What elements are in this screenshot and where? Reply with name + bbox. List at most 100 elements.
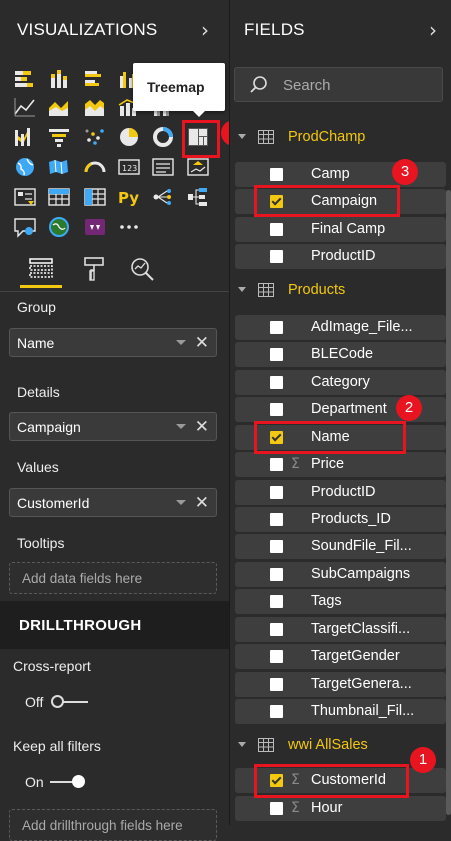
field-name: Final Camp [311, 221, 386, 237]
line-chart-icon[interactable] [13, 96, 37, 118]
campaign-highlight-box [254, 185, 400, 217]
field-row[interactable]: SoundFile_Fil... [235, 534, 446, 559]
kpi-icon[interactable] [186, 156, 210, 178]
field-checkbox[interactable] [270, 458, 283, 471]
drillthrough-section: Cross-report Off Keep all filters On Add… [0, 649, 229, 841]
stacked-area-icon[interactable] [83, 96, 107, 118]
group-remove-icon[interactable]: ✕ [195, 333, 209, 353]
field-checkbox[interactable] [270, 403, 283, 416]
python-visual-icon[interactable]: Py [117, 186, 141, 208]
collapse-triangle-icon[interactable] [238, 287, 246, 292]
field-row[interactable]: ProductID [235, 480, 446, 505]
drillthrough-drop-zone[interactable]: Add drillthrough fields here [9, 809, 217, 841]
field-row[interactable]: SubCampaigns [235, 562, 446, 587]
field-checkbox[interactable] [270, 568, 283, 581]
field-row[interactable]: Σ Hour [235, 796, 446, 821]
svg-text:123: 123 [122, 164, 137, 173]
collapse-fields-icon[interactable]: › [429, 18, 437, 42]
field-row[interactable]: AdImage_File... [235, 315, 446, 340]
area-chart-icon[interactable] [47, 96, 71, 118]
field-name: TargetGenera... [311, 676, 412, 692]
field-row[interactable]: BLECode [235, 342, 446, 367]
field-row[interactable]: TargetGenera... [235, 672, 446, 697]
gauge-icon[interactable] [83, 156, 107, 178]
sum-sigma-icon: Σ [291, 456, 300, 472]
field-row[interactable]: TargetGender [235, 644, 446, 669]
field-checkbox[interactable] [270, 623, 283, 636]
visualizations-pane: VISUALIZATIONS › 123Py Treemap 4 [0, 0, 247, 841]
field-row[interactable]: TargetClassifi... [235, 617, 446, 642]
analytics-magnifier-icon[interactable] [128, 255, 156, 283]
values-dropdown-icon[interactable] [176, 500, 186, 505]
values-remove-icon[interactable]: ✕ [195, 493, 209, 513]
fields-tab-icon[interactable] [27, 255, 55, 283]
group-dropdown-icon[interactable] [176, 340, 186, 345]
field-name: Camp [311, 166, 350, 182]
arcgis-map-icon[interactable] [47, 216, 71, 238]
field-checkbox[interactable] [270, 223, 283, 236]
table-header[interactable]: Products [230, 276, 445, 304]
powerapps-icon[interactable] [83, 216, 107, 238]
field-checkbox[interactable] [270, 650, 283, 663]
field-row[interactable]: Products_ID [235, 507, 446, 532]
details-field-well[interactable]: Campaign ✕ [9, 412, 217, 441]
collapse-visualizations-icon[interactable]: › [201, 18, 209, 42]
field-row[interactable]: Category [235, 370, 446, 395]
step-badge-1: 1 [410, 747, 436, 773]
clustered-bar-icon[interactable] [83, 68, 107, 90]
field-checkbox[interactable] [270, 321, 283, 334]
details-remove-icon[interactable]: ✕ [195, 417, 209, 437]
collapse-triangle-icon[interactable] [238, 134, 246, 139]
slicer-icon[interactable] [13, 186, 37, 208]
pie-chart-icon[interactable] [117, 126, 141, 148]
field-checkbox[interactable] [270, 595, 283, 608]
field-name: Products_ID [311, 511, 391, 527]
qna-icon[interactable] [13, 216, 37, 238]
values-field-well[interactable]: CustomerId ✕ [9, 488, 217, 517]
details-dropdown-icon[interactable] [176, 424, 186, 429]
map-icon[interactable] [13, 156, 37, 178]
tooltips-drop-zone[interactable]: Add data fields here [9, 562, 217, 594]
scatter-icon[interactable] [83, 126, 107, 148]
group-field-well[interactable]: Name ✕ [9, 328, 217, 357]
keep-filters-state: On [25, 774, 44, 790]
search-input[interactable]: Search [234, 67, 443, 102]
matrix-icon[interactable] [83, 186, 107, 208]
field-row[interactable]: ProductID [235, 244, 446, 269]
field-row[interactable]: Thumbnail_Fil... [235, 699, 446, 724]
donut-chart-icon[interactable] [151, 126, 175, 148]
drillthrough-placeholder: Add drillthrough fields here [22, 818, 183, 833]
key-influencers-icon[interactable] [151, 186, 175, 208]
table-icon [258, 737, 274, 756]
card-icon[interactable]: 123 [117, 156, 141, 178]
decomposition-tree-icon[interactable] [186, 186, 210, 208]
stacked-column-icon[interactable] [47, 68, 71, 90]
field-checkbox[interactable] [270, 348, 283, 361]
field-checkbox[interactable] [270, 540, 283, 553]
more-visuals-icon[interactable] [117, 216, 141, 238]
values-field-value: CustomerId [17, 495, 90, 511]
field-checkbox[interactable] [270, 802, 283, 815]
field-row[interactable]: Σ Price [235, 452, 446, 477]
field-checkbox[interactable] [270, 168, 283, 181]
field-checkbox[interactable] [270, 486, 283, 499]
tooltip-text: Treemap [147, 79, 205, 95]
table-icon[interactable] [47, 186, 71, 208]
field-checkbox[interactable] [270, 705, 283, 718]
ribbon-chart-icon[interactable] [13, 126, 37, 148]
funnel-icon[interactable] [47, 126, 71, 148]
drillthrough-header: DRILLTHROUGH [0, 601, 229, 649]
field-row[interactable]: Tags [235, 589, 446, 614]
collapse-triangle-icon[interactable] [238, 742, 246, 747]
table-header[interactable]: ProdChamp [230, 123, 445, 151]
field-checkbox[interactable] [270, 513, 283, 526]
multi-row-card-icon[interactable] [151, 156, 175, 178]
stacked-bar-icon[interactable] [13, 68, 37, 90]
fields-scrollbar[interactable] [446, 190, 451, 815]
field-checkbox[interactable] [270, 678, 283, 691]
format-paint-roller-icon[interactable] [80, 255, 108, 283]
field-checkbox[interactable] [270, 376, 283, 389]
filled-map-icon[interactable] [47, 156, 71, 178]
field-checkbox[interactable] [270, 250, 283, 263]
field-row[interactable]: Final Camp [235, 217, 446, 242]
